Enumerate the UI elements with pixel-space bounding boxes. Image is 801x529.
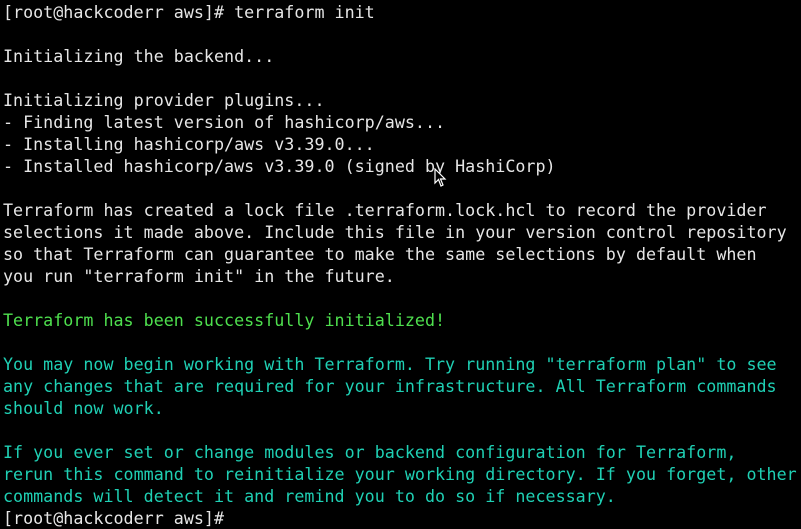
output-line: Initializing the backend... (3, 46, 275, 66)
output-line: Terraform has been successfully initiali… (3, 310, 446, 330)
terminal-output[interactable]: [root@hackcoderr aws]# terraform init Ini… (3, 1, 797, 529)
output-line: so that Terraform can guarantee to make … (3, 244, 757, 264)
output-line: You may now begin working with Terraform… (3, 354, 777, 374)
output-line: should now work. (3, 398, 164, 418)
output-line: Terraform has created a lock file .terra… (3, 200, 767, 220)
output-line: selections it made above. Include this f… (3, 222, 787, 242)
output-line: If you ever set or change modules or bac… (3, 442, 737, 462)
output-line: [root@hackcoderr aws]# terraform init (3, 2, 375, 22)
shell-prompt: [root@hackcoderr aws]# (3, 508, 235, 528)
output-line: - Installed hashicorp/aws v3.39.0 (signe… (3, 156, 556, 176)
output-line: rerun this command to reinitialize your … (3, 464, 797, 484)
output-line: Initializing provider plugins... (3, 90, 325, 110)
output-line: any changes that are required for your i… (3, 376, 777, 396)
mouse-pointer-icon (434, 168, 447, 187)
output-line: - Finding latest version of hashicorp/aw… (3, 112, 446, 132)
output-line: commands will detect it and remind you t… (3, 486, 616, 506)
output-line: - Installing hashicorp/aws v3.39.0... (3, 134, 375, 154)
output-line: you run "terraform init" in the future. (3, 266, 395, 286)
